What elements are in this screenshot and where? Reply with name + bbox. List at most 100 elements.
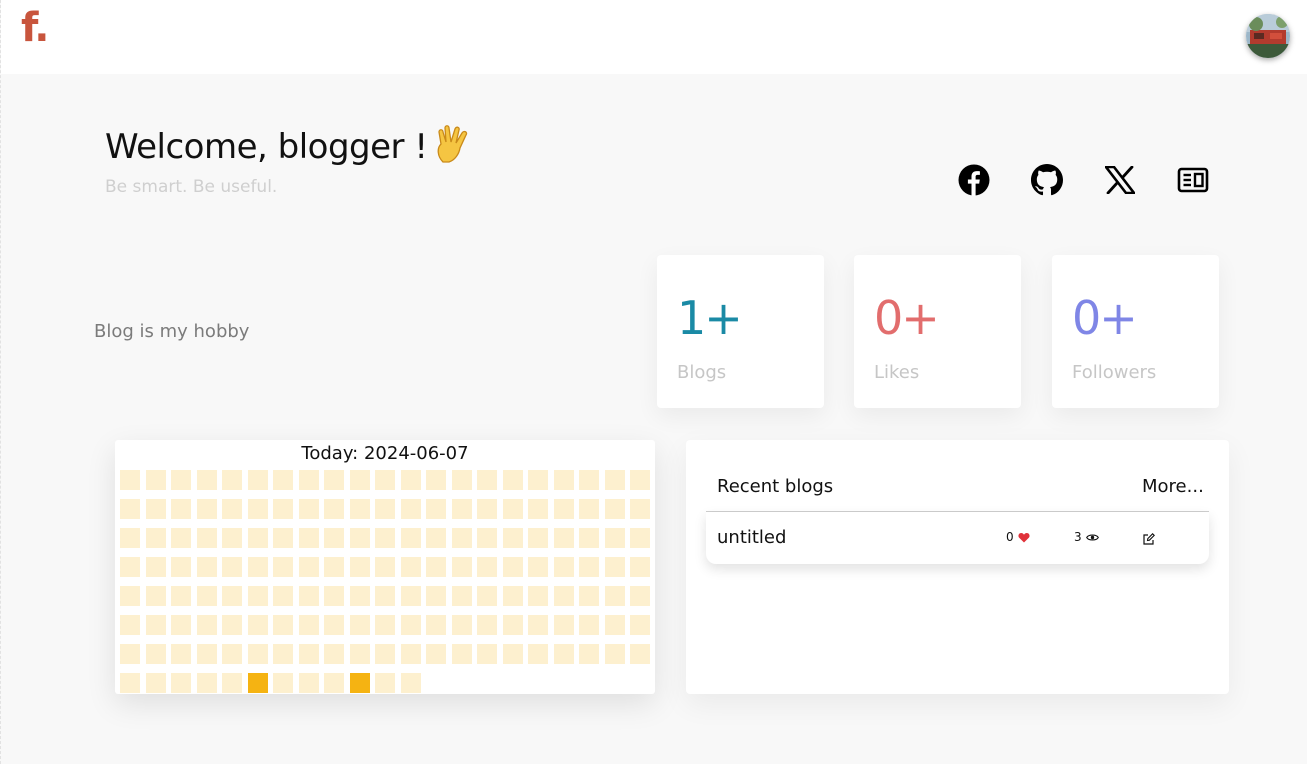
calendar-day-cell[interactable] bbox=[196, 557, 217, 577]
blog-icon[interactable] bbox=[1176, 163, 1210, 197]
calendar-day-cell[interactable] bbox=[171, 557, 191, 577]
calendar-day-cell[interactable] bbox=[222, 615, 242, 635]
calendar-day-cell[interactable] bbox=[375, 528, 395, 548]
calendar-day-cell[interactable] bbox=[273, 499, 293, 519]
calendar-day-cell[interactable] bbox=[222, 499, 242, 519]
calendar-day-cell[interactable] bbox=[502, 557, 523, 577]
calendar-day-cell[interactable] bbox=[145, 528, 166, 548]
blog-title[interactable]: untitled bbox=[717, 527, 786, 548]
calendar-day-cell[interactable] bbox=[553, 644, 574, 664]
calendar-day-cell[interactable] bbox=[400, 673, 421, 693]
calendar-day-cell[interactable] bbox=[349, 586, 370, 606]
calendar-day-cell[interactable] bbox=[171, 644, 191, 664]
calendar-day-cell[interactable] bbox=[324, 615, 344, 635]
calendar-day-cell[interactable] bbox=[120, 528, 140, 548]
calendar-day-cell[interactable] bbox=[247, 586, 268, 606]
calendar-day-cell[interactable] bbox=[630, 499, 650, 519]
calendar-day-cell[interactable] bbox=[247, 615, 268, 635]
calendar-day-cell[interactable] bbox=[196, 673, 217, 693]
calendar-day-cell[interactable] bbox=[349, 615, 370, 635]
calendar-day-cell[interactable] bbox=[222, 586, 242, 606]
calendar-day-cell[interactable] bbox=[502, 499, 523, 519]
calendar-day-cell[interactable] bbox=[298, 673, 319, 693]
calendar-day-cell[interactable] bbox=[604, 586, 625, 606]
calendar-day-cell[interactable] bbox=[477, 528, 497, 548]
calendar-day-cell[interactable] bbox=[426, 499, 446, 519]
calendar-day-cell[interactable] bbox=[426, 615, 446, 635]
calendar-day-cell[interactable] bbox=[349, 557, 370, 577]
calendar-day-cell[interactable] bbox=[145, 673, 166, 693]
calendar-day-cell[interactable] bbox=[349, 528, 370, 548]
calendar-day-cell[interactable] bbox=[426, 644, 446, 664]
logo[interactable]: f. bbox=[21, 5, 49, 51]
calendar-day-cell[interactable] bbox=[553, 499, 574, 519]
calendar-day-cell[interactable] bbox=[120, 499, 140, 519]
calendar-day-cell[interactable] bbox=[604, 615, 625, 635]
calendar-day-cell[interactable] bbox=[222, 673, 242, 693]
calendar-day-cell[interactable] bbox=[375, 644, 395, 664]
calendar-day-cell[interactable] bbox=[630, 528, 650, 548]
calendar-day-cell[interactable] bbox=[604, 528, 625, 548]
calendar-day-cell[interactable] bbox=[349, 499, 370, 519]
calendar-day-cell[interactable] bbox=[324, 586, 344, 606]
calendar-day-cell[interactable] bbox=[630, 644, 650, 664]
calendar-day-cell[interactable] bbox=[579, 586, 599, 606]
calendar-day-cell[interactable] bbox=[196, 586, 217, 606]
calendar-day-cell[interactable] bbox=[171, 499, 191, 519]
calendar-day-cell[interactable] bbox=[528, 615, 548, 635]
calendar-day-cell[interactable] bbox=[171, 470, 191, 490]
calendar-day-cell[interactable] bbox=[120, 673, 140, 693]
calendar-day-cell[interactable] bbox=[196, 615, 217, 635]
calendar-day-cell[interactable] bbox=[222, 644, 242, 664]
calendar-day-cell[interactable] bbox=[553, 586, 574, 606]
calendar-day-cell[interactable] bbox=[375, 615, 395, 635]
calendar-day-cell[interactable] bbox=[196, 528, 217, 548]
calendar-day-cell[interactable] bbox=[120, 615, 140, 635]
calendar-day-cell[interactable] bbox=[630, 470, 650, 490]
calendar-day-cell[interactable] bbox=[247, 499, 268, 519]
calendar-day-cell[interactable] bbox=[477, 586, 497, 606]
calendar-day-cell[interactable] bbox=[120, 557, 140, 577]
calendar-day-cell[interactable] bbox=[477, 470, 497, 490]
calendar-day-cell[interactable] bbox=[451, 644, 472, 664]
calendar-day-cell[interactable] bbox=[451, 499, 472, 519]
calendar-day-cell[interactable] bbox=[553, 557, 574, 577]
calendar-day-cell[interactable] bbox=[298, 644, 319, 664]
calendar-day-cell[interactable] bbox=[477, 644, 497, 664]
calendar-day-cell[interactable] bbox=[400, 615, 421, 635]
calendar-day-cell[interactable] bbox=[120, 586, 140, 606]
calendar-day-cell[interactable] bbox=[528, 499, 548, 519]
calendar-day-cell[interactable] bbox=[579, 557, 599, 577]
calendar-day-cell[interactable] bbox=[247, 557, 268, 577]
calendar-day-cell[interactable] bbox=[273, 644, 293, 664]
calendar-day-cell[interactable] bbox=[528, 470, 548, 490]
calendar-day-cell[interactable] bbox=[604, 557, 625, 577]
calendar-day-cell[interactable] bbox=[145, 557, 166, 577]
calendar-day-cell[interactable] bbox=[171, 673, 191, 693]
calendar-day-cell[interactable] bbox=[145, 586, 166, 606]
calendar-day-cell[interactable] bbox=[298, 470, 319, 490]
calendar-day-cell[interactable] bbox=[579, 644, 599, 664]
calendar-day-cell[interactable] bbox=[579, 499, 599, 519]
calendar-day-cell[interactable] bbox=[375, 673, 395, 693]
calendar-day-cell[interactable] bbox=[324, 557, 344, 577]
github-icon[interactable] bbox=[1030, 163, 1064, 197]
calendar-day-cell[interactable] bbox=[451, 470, 472, 490]
calendar-day-cell[interactable] bbox=[196, 499, 217, 519]
calendar-day-cell[interactable] bbox=[502, 644, 523, 664]
calendar-day-cell[interactable] bbox=[298, 557, 319, 577]
calendar-day-cell[interactable] bbox=[400, 557, 421, 577]
calendar-day-cell[interactable] bbox=[528, 644, 548, 664]
calendar-day-cell[interactable] bbox=[324, 499, 344, 519]
calendar-day-cell[interactable] bbox=[298, 499, 319, 519]
x-icon[interactable] bbox=[1103, 163, 1137, 197]
calendar-day-cell[interactable] bbox=[273, 615, 293, 635]
calendar-day-cell[interactable] bbox=[349, 470, 370, 490]
calendar-day-cell[interactable] bbox=[553, 470, 574, 490]
calendar-day-cell[interactable] bbox=[375, 586, 395, 606]
calendar-day-cell[interactable] bbox=[426, 470, 446, 490]
calendar-day-cell[interactable] bbox=[196, 644, 217, 664]
calendar-day-cell[interactable] bbox=[451, 586, 472, 606]
calendar-day-cell[interactable] bbox=[477, 615, 497, 635]
calendar-day-cell[interactable] bbox=[426, 557, 446, 577]
